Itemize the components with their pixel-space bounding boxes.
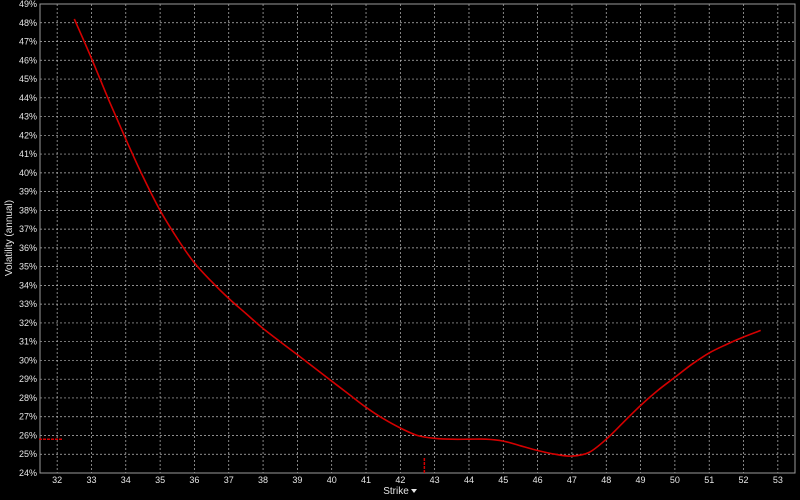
y-tick-label: 27%: [19, 412, 37, 422]
y-tick-label: 39%: [19, 187, 37, 197]
y-tick-label: 32%: [19, 318, 37, 328]
series-group: [73, 18, 761, 457]
y-tick-label: 37%: [19, 224, 37, 234]
x-tick-label: 52: [739, 475, 749, 485]
y-tick-label: 34%: [19, 280, 37, 290]
y-tick-label: 47%: [19, 37, 37, 47]
y-tick-label: 28%: [19, 393, 37, 403]
y-tick-label: 43%: [19, 112, 37, 122]
y-tick-label: 48%: [19, 18, 37, 28]
x-tick-label: 35: [155, 475, 165, 485]
x-axis-selector[interactable]: Strike: [383, 486, 417, 497]
x-axis-tick-labels: 32 33 34 35 36 37 38 39 40 41 42 43 44 45 46 47 48 49 50 51…: [52, 475, 783, 485]
x-tick-label: 49: [636, 475, 646, 485]
x-tick-label: 33: [86, 475, 96, 485]
y-axis-tick-labels: 24% 25% 26% 27% 28% 29% 30% 31% 32% 33% 34% 35% 36% 3…: [19, 0, 37, 478]
y-axis-title: Volatility (annual): [4, 200, 15, 276]
x-tick-label: 38: [258, 475, 268, 485]
y-tick-label: 30%: [19, 355, 37, 365]
x-axis-title: Strike: [383, 486, 409, 497]
x-tick-label: 45: [498, 475, 508, 485]
y-tick-label: 41%: [19, 149, 37, 159]
y-tick-label: 42%: [19, 130, 37, 140]
x-tick-label: 34: [121, 475, 131, 485]
y-tick-label: 36%: [19, 243, 37, 253]
y-tick-label: 25%: [19, 449, 37, 459]
x-tick-label: 42: [395, 475, 405, 485]
x-tick-label: 48: [601, 475, 611, 485]
y-tick-label: 35%: [19, 262, 37, 272]
y-tick-label: 24%: [19, 468, 37, 478]
x-axis-title-container: Strike: [0, 486, 800, 497]
y-tick-label: 33%: [19, 299, 37, 309]
x-tick-label: 50: [670, 475, 680, 485]
y-tick-label: 29%: [19, 374, 37, 384]
x-tick-label: 41: [361, 475, 371, 485]
y-tick-label: 31%: [19, 337, 37, 347]
x-tick-label: 53: [773, 475, 783, 485]
x-tick-label: 32: [52, 475, 62, 485]
y-tick-label: 38%: [19, 205, 37, 215]
x-tick-label: 47: [567, 475, 577, 485]
x-tick-label: 43: [430, 475, 440, 485]
x-tick-label: 37: [224, 475, 234, 485]
x-tick-label: 39: [292, 475, 302, 485]
plot-border: [39, 3, 796, 474]
y-tick-label: 26%: [19, 430, 37, 440]
markers: [39, 438, 426, 473]
y-tick-label: 44%: [19, 93, 37, 103]
y-tick-label: 45%: [19, 74, 37, 84]
y-tick-label: 40%: [19, 168, 37, 178]
volatility-smile-chart: 24% 25% 26% 27% 28% 29% 30% 31% 32% 33% 34% 35% 36% 3…: [4, 0, 796, 485]
x-tick-label: 46: [533, 475, 543, 485]
x-tick-label: 36: [189, 475, 199, 485]
grid: [40, 3, 795, 474]
dropdown-caret-icon: [410, 489, 417, 494]
volatility-curve: [73, 18, 761, 457]
x-tick-label: 44: [464, 475, 474, 485]
x-tick-label: 51: [704, 475, 714, 485]
y-tick-label: 46%: [19, 55, 37, 65]
x-tick-label: 40: [327, 475, 337, 485]
y-tick-label: 49%: [19, 0, 37, 9]
